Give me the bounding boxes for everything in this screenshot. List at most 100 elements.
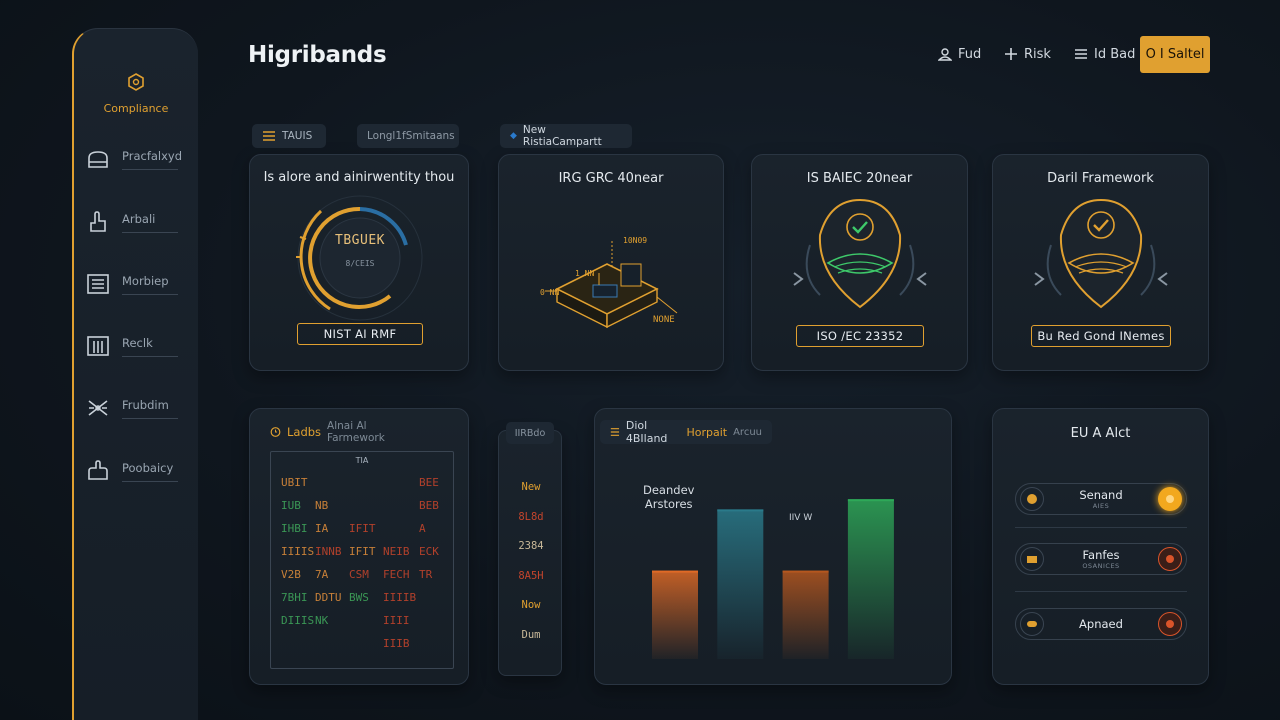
irg-label-left: 0 NN — [540, 288, 560, 297]
irg-tab[interactable]: ◆ New RistiaCampartt — [500, 124, 632, 148]
irg-card[interactable]: IRG GRC 40near 10N09 1 NN 0 NN NONE — [498, 154, 724, 371]
alert-left-icon — [1020, 612, 1044, 636]
status-column-card[interactable]: New 8L8d 2384 8A5H Now Dum — [498, 430, 562, 676]
hand-stop-icon — [86, 459, 110, 483]
table-cell: IIIIS — [281, 545, 315, 558]
list-item[interactable]: Dum — [499, 629, 563, 641]
list-item[interactable]: 2384 — [499, 540, 563, 552]
alert-row-1[interactable]: Fanfes OSANICES — [1015, 543, 1187, 575]
irg-tab-label: New RistiaCampartt — [522, 124, 602, 148]
compliance-logo-icon — [128, 73, 144, 91]
nist-gauge — [296, 195, 423, 321]
topnav-item-label: Fud — [958, 46, 982, 62]
table-cell: ECK — [419, 545, 439, 558]
table-cell: IFIT — [349, 522, 376, 535]
table-cell: IFIT — [349, 545, 376, 558]
chart-tab-label: Diol 4BIland — [625, 419, 668, 445]
app-brand[interactable]: Higribands — [248, 42, 387, 68]
sidebar-item-3[interactable]: Reclk — [86, 331, 190, 361]
sidebar: Compliance Pracfalxyd Arbali Morbiep Rec… — [72, 28, 198, 720]
table-cell: IIIB — [383, 637, 410, 650]
sidebar-logo[interactable]: Compliance — [74, 73, 198, 116]
table-cell: A — [419, 522, 426, 535]
chart-card[interactable]: Deandev Arstores IIV W — [594, 408, 952, 685]
shield-check-emblem — [793, 198, 927, 309]
divider — [1015, 591, 1187, 592]
alert-row-0[interactable]: Senand AIES — [1015, 483, 1187, 515]
ladbs-tab[interactable]: Ladbs Alnai Al Farmework — [260, 420, 416, 444]
sidebar-item-label: Pracfalxyd — [122, 149, 182, 170]
chart-tab-accent: Horpait — [686, 425, 728, 439]
sidebar-item-4[interactable]: Frubdim — [86, 393, 190, 423]
plus-icon — [1005, 48, 1017, 60]
ladbs-tab-sub: Alnai Al Farmework — [327, 420, 385, 444]
isbaiec-card[interactable]: IS BAIEC 20near ISO /EC 23352 — [751, 154, 968, 371]
alert-main: Senand — [1079, 488, 1123, 502]
table-cell: DIIIS — [281, 614, 315, 627]
nist-badge: NIST AI RMF — [297, 323, 423, 345]
table-cell: IHBI — [281, 522, 308, 535]
chart-bar-cap-0 — [652, 570, 698, 573]
nist-tab-primary[interactable]: TAUIS — [252, 124, 326, 148]
topnav-item-2[interactable]: Id Bad — [1074, 42, 1135, 66]
daril-badge: Bu Red Gond INemes — [1031, 325, 1171, 347]
irg-label-mid: 1 NN — [575, 269, 595, 278]
chart-bar-3 — [847, 499, 894, 659]
eu-alert-card[interactable]: EU A Alct Senand AIES Fanfes OSANICES Apna… — [992, 408, 1209, 685]
sofa-icon — [86, 147, 110, 171]
sidebar-item-label: Poobaicy — [122, 461, 178, 482]
hand-icon — [86, 210, 110, 234]
sidebar-item-1[interactable]: Arbali — [86, 207, 190, 237]
table-cell: CSM — [349, 568, 369, 581]
sidebar-item-label: Arbali — [122, 212, 178, 233]
table-cell: NK — [315, 614, 329, 627]
isbaiec-badge: ISO /EC 23352 — [796, 325, 924, 347]
list-icon — [263, 131, 275, 141]
table-cell: FECH — [383, 568, 410, 581]
alert-row-2[interactable]: Apnaed — [1015, 608, 1187, 640]
divider — [1015, 527, 1187, 528]
sidebar-item-5[interactable]: Poobaicy — [86, 456, 190, 486]
nist-gauge-value: TBGUEK — [335, 233, 385, 248]
signin-button[interactable]: O I Saltel — [1140, 36, 1210, 73]
daril-card-title: Daril Framework — [1047, 171, 1154, 186]
topnav-item-0[interactable]: Fud — [938, 42, 981, 66]
topnav-item-1[interactable]: Risk — [1004, 42, 1051, 66]
sidebar-item-2[interactable]: Morbiep — [86, 269, 190, 299]
table-cell: 7BHI — [281, 591, 308, 604]
topnav-item-label: Risk — [1024, 46, 1051, 62]
ladbs-card[interactable]: TIA UBIT BEE IUB NB BEB IHBI IA IFIT A IIIIS INNB I… — [249, 408, 469, 685]
list-item[interactable]: New — [499, 481, 563, 493]
list-item[interactable]: 8A5H — [499, 570, 563, 582]
irg-label-right: NONE — [653, 315, 675, 325]
sidebar-logo-label: Compliance — [103, 102, 169, 115]
nist-tab-secondary[interactable]: Longl1fSmitaans — [357, 124, 459, 148]
nist-card[interactable]: Is alore and ainirwentity thou TBGUEK 8/… — [249, 154, 469, 371]
chart-bar-1 — [717, 509, 764, 659]
topnav-item-label: Id Bad — [1094, 46, 1136, 62]
chart-tab[interactable]: Diol 4BIland Horpait Arcuu — [600, 419, 772, 445]
sidebar-item-0[interactable]: Pracfalxyd — [86, 144, 190, 174]
ladbs-tab-label: Ladbs — [286, 425, 322, 439]
alert-sub: AIES — [1092, 502, 1110, 510]
list-item[interactable]: 8L8d — [499, 511, 563, 523]
list-item[interactable]: Now — [499, 599, 563, 611]
irg-label-top: 10N09 — [623, 236, 648, 245]
user-icon — [938, 48, 952, 61]
table-cell: 7A — [315, 568, 329, 581]
table-cell: BWS — [349, 591, 369, 604]
table-cell: V2B — [281, 568, 301, 581]
daril-card[interactable]: Daril Framework Bu Red Gond INemes — [992, 154, 1209, 371]
table-cell: INNB — [315, 545, 342, 558]
table-cell: TR — [419, 568, 433, 581]
ladbs-table-header: TIA — [355, 456, 369, 465]
nist-tab-primary-label: TAUIS — [282, 130, 313, 142]
chart-bar-cap-3 — [847, 499, 894, 502]
chart-bar-2 — [782, 570, 829, 659]
eu-alert-title: EU A Alct — [1070, 426, 1131, 441]
network-icon — [86, 396, 110, 420]
status-column-tab[interactable]: IIRBdo — [506, 422, 554, 444]
bars-icon — [86, 334, 110, 358]
chart-bar-0 — [652, 570, 698, 659]
table-cell: IIIIB — [383, 591, 417, 604]
